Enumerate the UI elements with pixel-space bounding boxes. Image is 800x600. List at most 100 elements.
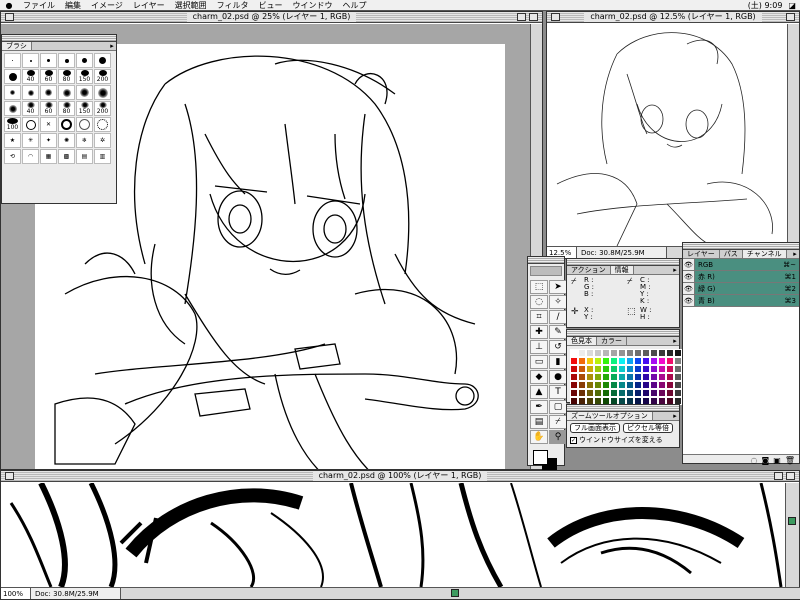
color-swatch[interactable] [570,373,578,381]
channel-red[interactable]: 👁 赤 R) ⌘1 [683,271,799,283]
color-swatch[interactable] [658,365,666,373]
color-swatch[interactable] [594,373,602,381]
color-swatch[interactable] [610,389,618,397]
brush-hard-200[interactable]: 200 [94,69,111,84]
brush-ring-soft[interactable] [76,117,93,132]
color-swatch[interactable] [618,389,626,397]
brush-texture-2[interactable]: ▩ [58,149,75,164]
color-swatch[interactable] [674,389,682,397]
swatches-palette-menu-icon[interactable]: ▸ [671,337,679,345]
color-swatch[interactable] [642,389,650,397]
brush-soft-21[interactable] [94,85,111,100]
brush-hard-150[interactable]: 150 [76,69,93,84]
brush-ring[interactable] [58,117,75,132]
menu-image[interactable]: イメージ [86,0,128,11]
preview-window-titlebar[interactable]: charm_02.psd @ 12.5% (レイヤー 1, RGB) [547,12,799,23]
tab-paths[interactable]: パス [720,250,743,258]
color-swatch[interactable] [594,389,602,397]
stamp-tool-icon[interactable]: ⊥ [530,340,548,354]
brush-hard-40[interactable]: 40 [22,69,39,84]
color-swatch[interactable] [594,357,602,365]
color-swatch[interactable] [666,365,674,373]
zoomed-zoom-field[interactable]: 100% [1,588,31,599]
color-swatch[interactable] [578,349,586,357]
brush-soft-5[interactable] [22,85,39,100]
slice-tool-icon[interactable]: ∕ [549,310,567,324]
color-swatch[interactable] [578,381,586,389]
collapse-box-icon[interactable] [529,13,538,21]
brush-snowflake[interactable]: ❄ [76,133,93,148]
color-swatch[interactable] [634,373,642,381]
color-swatch[interactable] [642,357,650,365]
menu-select[interactable]: 選択範囲 [170,0,212,11]
tab-channels[interactable]: チャンネル [742,250,787,258]
color-swatch[interactable] [634,349,642,357]
color-swatch[interactable] [650,365,658,373]
swatches-palette-titlebar[interactable] [567,330,679,337]
brush-hard-60[interactable]: 60 [40,69,57,84]
color-swatch[interactable] [658,349,666,357]
magic-wand-tool-icon[interactable]: ✧ [549,295,567,309]
brush-texture-3[interactable]: ▤ [76,149,93,164]
zoomed-horizontal-scroll-thumb[interactable] [451,589,459,597]
zoom-tool-icon[interactable]: ⚲ [549,430,567,444]
brush-star[interactable]: ★ [4,133,21,148]
menu-window[interactable]: ウインドウ [287,0,337,11]
crop-tool-icon[interactable]: ⌗ [530,310,548,324]
brush-13px[interactable] [76,53,93,68]
zoom-box-icon[interactable] [517,13,526,21]
color-swatch[interactable] [658,357,666,365]
zoomed-collapse-box-icon[interactable] [786,472,795,480]
adobe-logo-icon[interactable] [530,266,562,276]
channel-green[interactable]: 👁 緑 G) ⌘2 [683,283,799,295]
color-swatch[interactable] [634,381,642,389]
visibility-eye-icon[interactable]: 👁 [683,271,695,282]
zoomed-close-box-icon[interactable] [5,472,14,480]
menu-file[interactable]: ファイル [18,0,60,11]
zoomed-horizontal-scrollbar[interactable] [121,588,800,599]
visibility-eye-icon[interactable]: 👁 [683,259,695,270]
color-swatch[interactable] [602,389,610,397]
brush-tool-icon[interactable]: ✎ [549,325,567,339]
color-swatch[interactable] [634,365,642,373]
color-swatch[interactable] [570,389,578,397]
menu-layer[interactable]: レイヤー [128,0,170,11]
tab-zoom-options[interactable]: ズームツールオプション [567,412,653,420]
tab-color[interactable]: カラー [597,337,627,345]
zoomed-vertical-scrollbar[interactable] [785,483,799,587]
brush-dotted-ring[interactable] [94,117,111,132]
preview-doc-size[interactable]: Doc: 30.8M/25.9M [577,247,667,258]
tab-actions[interactable]: アクション [567,266,611,274]
color-swatch[interactable] [658,389,666,397]
preview-canvas[interactable] [547,24,789,246]
color-swatch[interactable] [666,373,674,381]
zoomed-window-titlebar[interactable]: charm_02.psd @ 100% (レイヤー 1, RGB) [1,471,799,482]
actual-pixels-button[interactable]: ピクセル等倍 [623,423,673,433]
channels-palette-titlebar[interactable] [683,243,799,250]
visibility-eye-icon[interactable]: 👁 [683,295,695,306]
foreground-color-swatch[interactable] [533,450,548,465]
brush-1px[interactable] [4,53,21,68]
brush-soft-9[interactable] [40,85,57,100]
brush-burst[interactable]: ✺ [58,133,75,148]
main-window-titlebar[interactable]: charm_02.psd @ 25% (レイヤー 1, RGB) [1,12,542,23]
color-swatch[interactable] [578,365,586,373]
brush-soft-large[interactable] [4,101,21,116]
gradient-tool-icon[interactable]: ▮ [549,355,567,369]
color-swatch[interactable] [602,349,610,357]
brush-9px[interactable] [58,53,75,68]
toolbox-titlebar[interactable] [528,257,564,264]
zoom-options-titlebar[interactable] [567,405,679,412]
color-swatch[interactable] [594,381,602,389]
color-swatch[interactable] [578,389,586,397]
channel-rgb[interactable]: 👁 RGB ⌘~ [683,259,799,271]
color-swatch[interactable] [586,365,594,373]
color-swatch[interactable] [650,389,658,397]
brush-hard-80[interactable]: 80 [58,69,75,84]
color-swatch[interactable] [610,357,618,365]
delete-channel-icon[interactable]: 🗑 [785,456,795,465]
pen-tool-icon[interactable]: ✒ [530,400,548,414]
color-swatch[interactable] [570,381,578,389]
brush-sparkle[interactable]: ✲ [94,133,111,148]
info-palette-titlebar[interactable] [567,259,679,266]
